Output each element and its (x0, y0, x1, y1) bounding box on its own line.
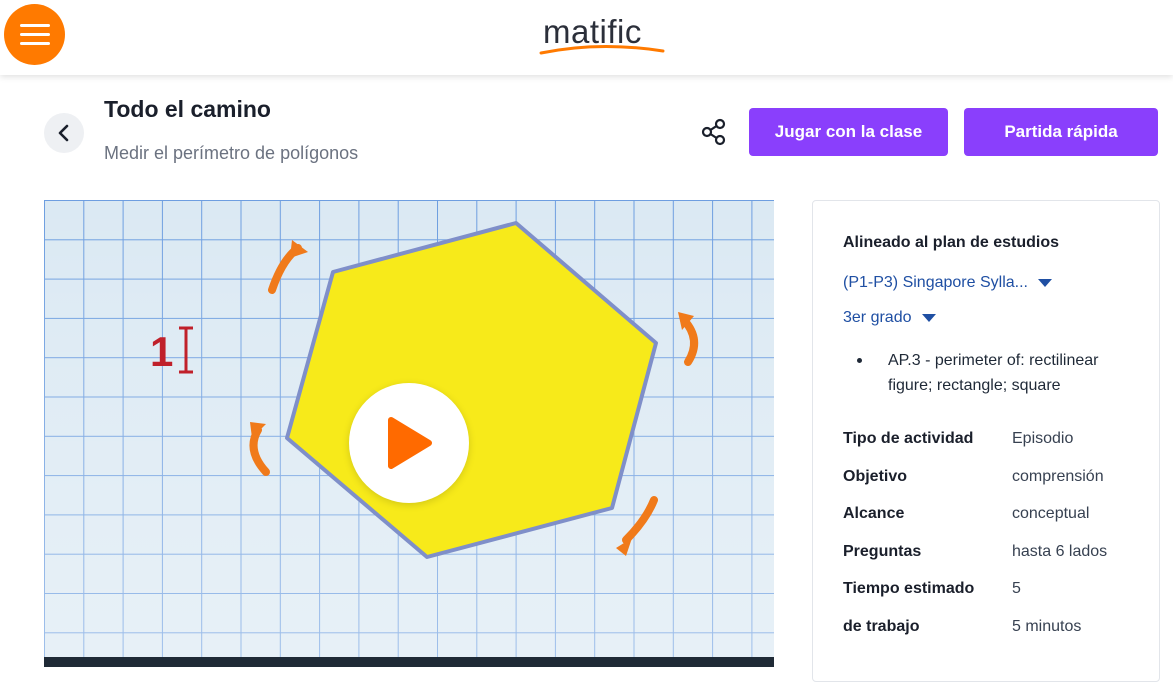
quick-game-button[interactable]: Partida rápida (964, 108, 1158, 156)
curriculum-select-value: (P1-P3) Singapore Sylla... (843, 274, 1028, 291)
caret-down-icon (1037, 279, 1052, 287)
page-subtitle: Medir el perímetro de polígonos (104, 143, 359, 163)
meta-value: 5 (1012, 580, 1021, 597)
video-control-bar (44, 657, 774, 667)
meta-value: hasta 6 lados (1012, 543, 1108, 560)
curriculum-select[interactable]: (P1-P3) Singapore Sylla... (843, 274, 1052, 292)
logo-swoosh (539, 44, 665, 55)
video-preview[interactable]: 1 (44, 200, 774, 667)
meta-value: 5 minutos (1012, 618, 1082, 635)
meta-label: Preguntas (843, 543, 922, 560)
meta-label: Alcance (843, 505, 905, 522)
bullet-icon (857, 358, 862, 363)
standard-text: AP.3 - perimeter of: rectilinear figure;… (888, 352, 1099, 394)
meta-label: Tipo de actividad (843, 430, 974, 447)
menu-button[interactable] (4, 4, 65, 65)
hamburger-menu-icon (19, 24, 50, 27)
meta-label: de trabajo (843, 618, 920, 635)
play-button[interactable] (349, 383, 469, 503)
meta-value: comprensión (1012, 468, 1104, 485)
grade-select-value: 3er grado (843, 309, 912, 326)
caret-down-icon (921, 314, 936, 322)
grade-select[interactable]: 3er grado (843, 309, 936, 327)
activity-details-panel: Alineado al plan de estudios (P1-P3) Sin… (812, 200, 1160, 682)
page-title: Todo el camino (104, 96, 271, 122)
curriculum-heading: Alineado al plan de estudios (843, 234, 1060, 251)
meta-label: Objetivo (843, 468, 908, 485)
play-with-class-button[interactable]: Jugar con la clase (749, 108, 948, 156)
unit-label: 1 (150, 328, 173, 375)
top-bar: matific (0, 0, 1173, 75)
matific-logo[interactable]: matific (539, 13, 665, 57)
play-icon (388, 417, 432, 469)
share-icon[interactable] (700, 118, 728, 146)
chevron-left-icon (58, 124, 69, 142)
meta-label: Tiempo estimado (843, 580, 975, 597)
back-button[interactable] (44, 113, 84, 153)
meta-value: Episodio (1012, 430, 1074, 447)
meta-value: conceptual (1012, 505, 1090, 522)
